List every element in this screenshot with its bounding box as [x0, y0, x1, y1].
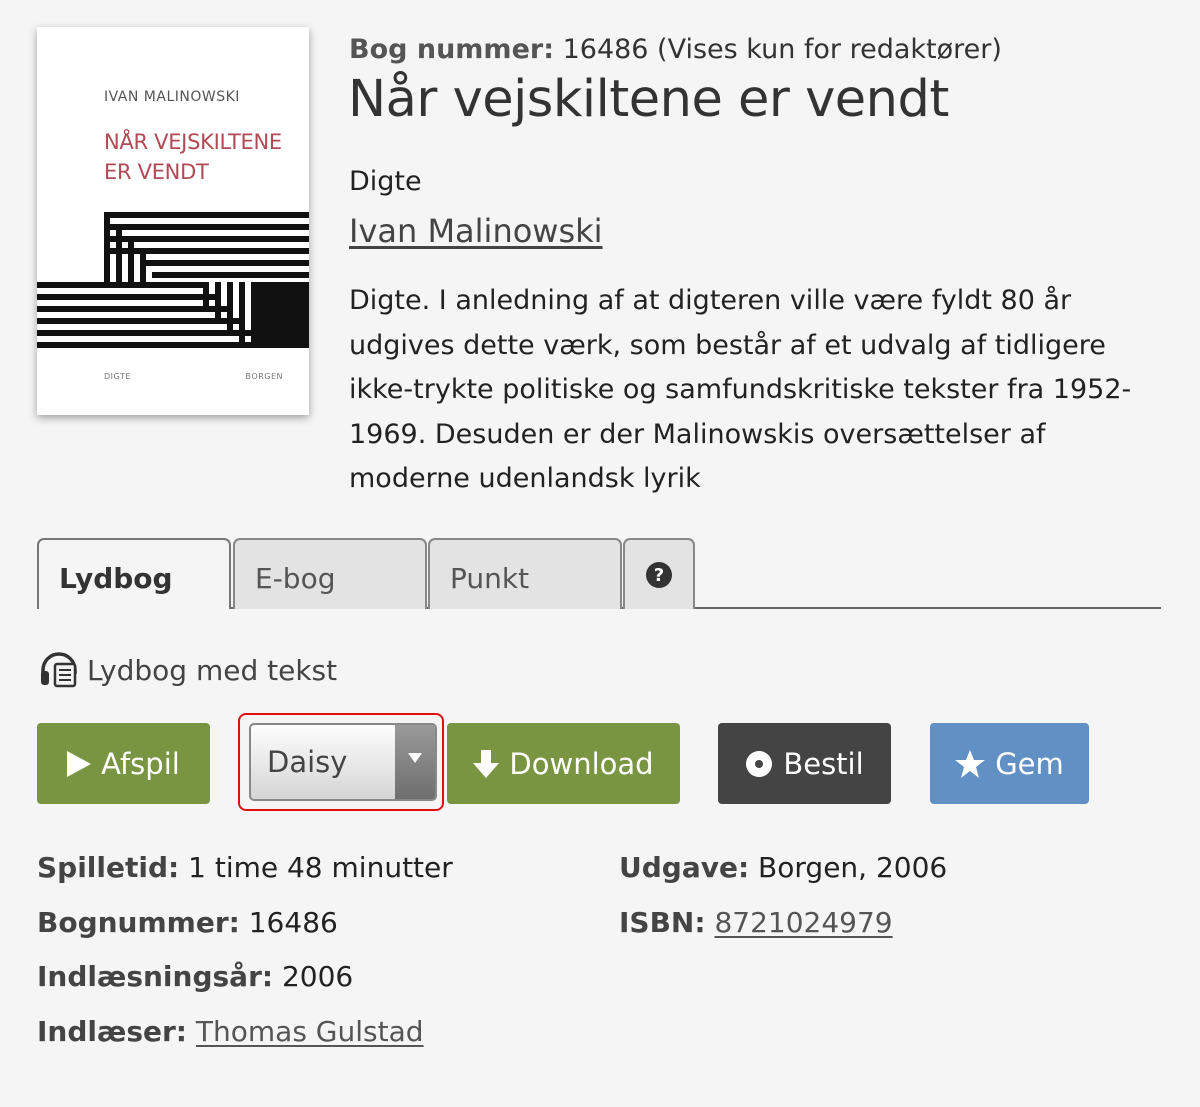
booknumber-label: Bognummer: [37, 906, 240, 939]
order-button[interactable]: Bestil [718, 723, 891, 804]
narrator-label: Indlæser: [37, 1015, 187, 1048]
edition-value: Borgen, 2006 [749, 851, 948, 884]
book-number-value: 16486 (Vises kun for redaktører) [554, 34, 1002, 65]
tab-punkt-label: Punkt [450, 562, 530, 595]
chevron-down-icon [395, 725, 435, 799]
book-number-label: Bog nummer: [349, 34, 554, 65]
detail-narrator: Indlæser: Thomas Gulstad [37, 1015, 424, 1048]
narrator-link[interactable]: Thomas Gulstad [196, 1015, 424, 1048]
detail-edition: Udgave: Borgen, 2006 [619, 851, 947, 884]
genre: Digte [349, 166, 422, 197]
book-cover: IVAN MALINOWSKI NÅR VEJSKILTENE ER VENDT [37, 27, 309, 415]
tab-punkt[interactable]: Punkt [428, 538, 622, 609]
book-number-editor-only: Bog nummer: 16486 (Vises kun for redaktø… [349, 34, 1002, 65]
book-description: Digte. I anledning af at digteren ville … [349, 285, 1132, 495]
save-button[interactable]: Gem [930, 723, 1089, 804]
play-icon [67, 750, 92, 777]
author-link[interactable]: Ivan Malinowski [349, 212, 603, 250]
detail-playtime: Spilletid: 1 time 48 minutter [37, 851, 453, 884]
order-dot-icon [746, 750, 773, 777]
detail-isbn: ISBN: 8721024979 [619, 906, 893, 939]
cover-publisher: BORGEN [245, 372, 283, 381]
isbn-link[interactable]: 8721024979 [714, 906, 892, 939]
help-icon: ? [646, 562, 672, 588]
cover-author: IVAN MALINOWSKI [104, 89, 240, 105]
format-info: Lydbog med tekst [39, 648, 337, 692]
format-tabs: Lydbog E-bog Punkt ? [37, 538, 1161, 611]
cover-title-line1: NÅR VEJSKILTENE [104, 130, 282, 154]
detail-booknumber: Bognummer: 16486 [37, 906, 338, 939]
tab-help[interactable]: ? [623, 538, 695, 609]
download-label: Download [509, 746, 654, 781]
format-select[interactable]: Daisy [249, 723, 437, 801]
tab-lydbog[interactable]: Lydbog [37, 538, 231, 611]
cover-title-line2: ER VENDT [104, 160, 209, 184]
recording-year-value: 2006 [273, 960, 354, 993]
edition-label: Udgave: [619, 851, 750, 884]
cover-graphic [37, 212, 309, 348]
play-button[interactable]: Afspil [37, 723, 210, 804]
cover-title: NÅR VEJSKILTENE ER VENDT [104, 127, 282, 187]
tab-ebog-label: E-bog [255, 562, 336, 595]
play-label: Afspil [101, 746, 180, 781]
cover-genre: DIGTE [104, 372, 131, 381]
tab-lydbog-label: Lydbog [59, 562, 173, 595]
playtime-value: 1 time 48 minutter [179, 851, 453, 884]
page-title: Når vejskiltene er vendt [348, 70, 949, 129]
format-label: Lydbog med tekst [87, 653, 338, 687]
format-select-value: Daisy [267, 745, 348, 779]
tab-ebog[interactable]: E-bog [233, 538, 427, 609]
save-label: Gem [995, 746, 1064, 781]
headphones-book-icon [41, 652, 77, 688]
recording-year-label: Indlæsningsår: [37, 960, 274, 993]
order-label: Bestil [783, 746, 864, 781]
star-icon [955, 749, 986, 778]
download-arrow-icon [473, 749, 500, 778]
booknumber-value: 16486 [239, 906, 338, 939]
detail-recording-year: Indlæsningsår: 2006 [37, 960, 353, 993]
playtime-label: Spilletid: [37, 851, 180, 884]
isbn-label: ISBN: [619, 906, 706, 939]
download-button[interactable]: Download [447, 723, 680, 804]
